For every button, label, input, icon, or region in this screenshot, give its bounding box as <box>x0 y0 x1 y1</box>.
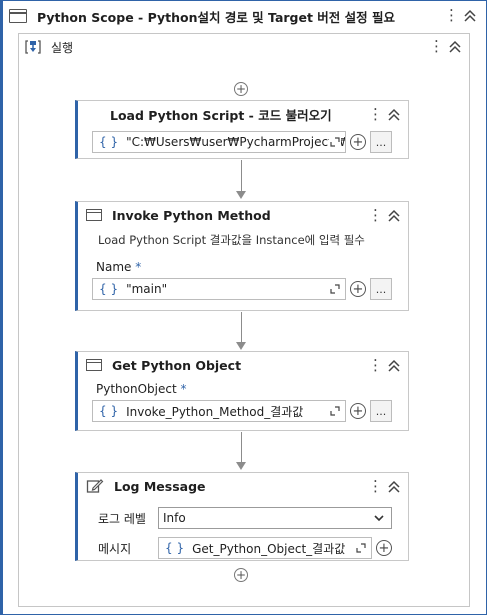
invoke-python-method-activity[interactable]: Invoke Python Method ⋮ Load Python Scrip… <box>75 201 409 311</box>
load-python-script-header: Load Python Script - 코드 불러오기 ⋮ <box>78 101 408 127</box>
log-message-actions: ⋮ <box>368 478 402 494</box>
log-message-title: Log Message <box>114 478 206 494</box>
connector-line <box>241 432 242 463</box>
expression-brace-icon: { } <box>99 282 119 296</box>
add-activity-top-button[interactable]: + <box>234 82 248 96</box>
scope-more-menu-icon[interactable]: ⋮ <box>444 7 459 23</box>
script-path-input[interactable]: { } "C:₩Users₩user₩PycharmProjects₩py <box>92 131 346 153</box>
log-message-add-button[interactable]: + <box>376 540 392 556</box>
python-object-input[interactable]: { } Invoke_Python_Method_결과값 <box>92 400 346 422</box>
invoke-method-collapse-icon[interactable] <box>386 207 402 223</box>
method-name-input[interactable]: { } "main" <box>92 278 346 300</box>
script-path-browse-button[interactable]: ... <box>370 131 392 153</box>
load-python-script-activity[interactable]: Load Python Script - 코드 불러오기 ⋮ { } "C:₩U… <box>75 100 409 159</box>
log-message-more-menu-icon[interactable]: ⋮ <box>368 478 383 494</box>
get-object-more-menu-icon[interactable]: ⋮ <box>368 357 383 373</box>
expand-editor-icon[interactable] <box>355 542 367 554</box>
log-message-input[interactable]: { } Get_Python_Object_결과값 <box>158 537 372 559</box>
chevron-down-icon <box>374 515 384 522</box>
sequence-icon <box>25 40 41 54</box>
log-level-select[interactable]: Info <box>158 507 392 529</box>
expand-editor-icon[interactable] <box>329 283 341 295</box>
log-level-label: 로그 레벨 <box>98 511 146 526</box>
get-object-title: Get Python Object <box>112 357 242 373</box>
connector-arrow-icon <box>236 342 246 350</box>
add-activity-bottom-button[interactable]: + <box>234 568 248 582</box>
expression-brace-icon: { } <box>99 135 119 149</box>
sequence-label: 실행 <box>51 40 74 55</box>
required-mark: * <box>180 382 187 396</box>
log-edit-icon <box>86 479 104 493</box>
expression-brace-icon: { } <box>99 404 119 418</box>
scope-collapse-icon[interactable] <box>462 7 478 23</box>
name-label-text: Name <box>96 260 132 274</box>
get-object-header: Get Python Object ⋮ <box>78 352 408 378</box>
invoke-method-actions: ⋮ <box>368 207 402 223</box>
invoke-method-description: Load Python Script 결과값을 Instance에 입력 필수 <box>98 233 365 247</box>
load-python-script-title: Load Python Script - 코드 불러오기 <box>110 107 332 123</box>
activity-window-icon <box>86 359 102 371</box>
method-name-browse-button[interactable]: ... <box>370 278 392 300</box>
load-script-more-menu-icon[interactable]: ⋮ <box>368 106 383 122</box>
invoke-method-more-menu-icon[interactable]: ⋮ <box>368 207 383 223</box>
get-python-object-activity[interactable]: Get Python Object ⋮ PythonObject * { } I… <box>75 351 409 431</box>
load-script-collapse-icon[interactable] <box>386 106 402 122</box>
sequence-actions: ⋮ <box>429 38 463 54</box>
load-python-script-actions: ⋮ <box>368 106 402 122</box>
name-field-label: Name * <box>96 260 392 274</box>
scope-title: Python Scope - Python설치 경로 및 Target 버전 설… <box>37 9 396 25</box>
invoke-method-header: Invoke Python Method ⋮ <box>78 202 408 228</box>
python-object-add-button[interactable]: + <box>350 403 366 419</box>
connector-arrow-icon <box>236 462 246 470</box>
message-label: 메시지 <box>98 541 132 556</box>
log-message-value: Get_Python_Object_결과값 <box>192 541 346 556</box>
invoke-method-title: Invoke Python Method <box>112 207 271 223</box>
expand-editor-icon[interactable] <box>329 136 341 148</box>
activity-window-icon <box>86 209 102 221</box>
log-message-header: Log Message ⋮ <box>78 473 408 499</box>
python-object-value: Invoke_Python_Method_결과값 <box>126 404 304 419</box>
expression-brace-icon: { } <box>165 541 185 555</box>
scope-actions: ⋮ <box>444 7 478 23</box>
log-message-activity[interactable]: Log Message ⋮ 로그 레벨 Info 메시지 { } Get_Pyt… <box>75 472 409 561</box>
expand-editor-icon[interactable] <box>329 405 341 417</box>
method-name-value: "main" <box>126 282 168 296</box>
log-level-value: Info <box>163 511 186 525</box>
script-path-add-button[interactable]: + <box>350 134 366 150</box>
required-mark: * <box>135 260 142 274</box>
sequence-collapse-icon[interactable] <box>447 38 463 54</box>
python-object-browse-button[interactable]: ... <box>370 400 392 422</box>
python-object-field-label: PythonObject * <box>96 382 392 396</box>
python-object-label-text: PythonObject <box>96 382 177 396</box>
sequence-more-menu-icon[interactable]: ⋮ <box>429 38 444 54</box>
script-path-value: "C:₩Users₩user₩PycharmProjects₩py <box>126 135 345 149</box>
connector-line <box>241 160 242 192</box>
log-message-collapse-icon[interactable] <box>386 478 402 494</box>
get-object-collapse-icon[interactable] <box>386 357 402 373</box>
sequence-header: 실행 ⋮ <box>19 34 469 60</box>
connector-arrow-icon <box>236 191 246 199</box>
scope-header: Python Scope - Python설치 경로 및 Target 버전 설… <box>3 1 486 31</box>
activity-window-icon <box>9 9 27 23</box>
get-object-actions: ⋮ <box>368 357 402 373</box>
method-name-add-button[interactable]: + <box>350 281 366 297</box>
connector-line <box>241 312 242 343</box>
